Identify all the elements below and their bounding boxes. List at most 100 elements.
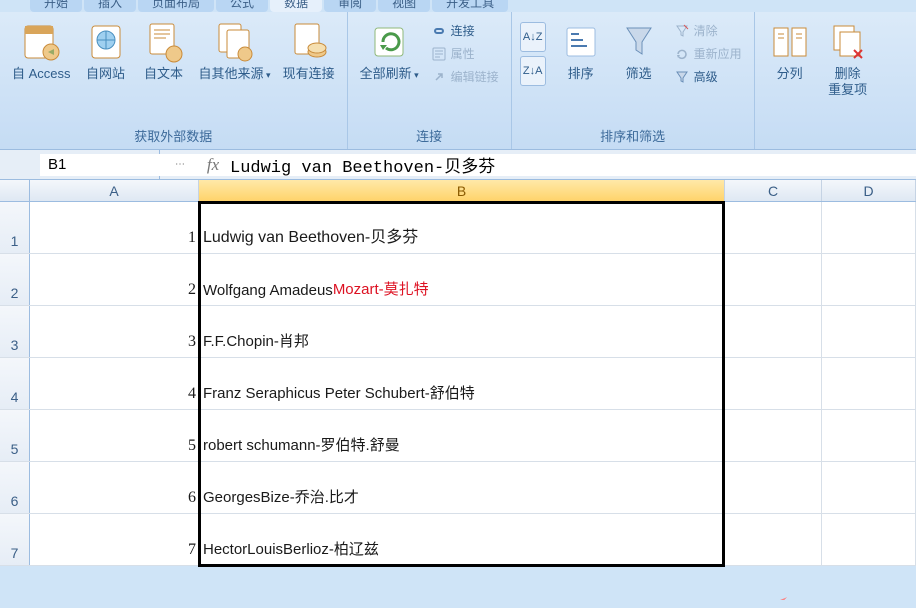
cell-D6[interactable] xyxy=(822,462,916,513)
funnel-icon xyxy=(619,20,659,64)
sort-za-button[interactable]: Z↓A xyxy=(520,56,546,86)
refresh-icon xyxy=(369,20,409,64)
row-4: 44Franz Seraphicus Peter Schubert-舒伯特 xyxy=(0,358,916,410)
row-header-5[interactable]: 5 xyxy=(0,410,30,461)
advanced-filter-button[interactable]: 高级 xyxy=(670,66,746,87)
row-3: 33F.F.Chopin-肖邦 xyxy=(0,306,916,358)
fx-icon[interactable]: fx xyxy=(200,155,226,175)
cell-C7[interactable] xyxy=(725,514,822,565)
link-icon xyxy=(431,23,447,39)
group-connections: 全部刷新 ▾ 连接 属性 编辑链接 连接 xyxy=(348,12,512,149)
sort-az-button[interactable]: A↓Z xyxy=(520,22,546,52)
tab-insert[interactable]: 插入 xyxy=(84,0,136,12)
cell-A1[interactable]: 1 xyxy=(30,202,199,253)
group-label-sort: 排序和筛选 xyxy=(520,122,746,147)
spreadsheet-grid[interactable]: 11Ludwig van Beethoven-贝多芬22Wolfgang Ama… xyxy=(0,202,916,566)
cell-B6[interactable]: GeorgesBize-乔治.比才 xyxy=(199,462,725,513)
row-7: 77HectorLouisBerlioz-柏辽兹 xyxy=(0,514,916,566)
formula-bar: ▼ ⋯ fx xyxy=(0,150,916,180)
ribbon: 自 Access 自网站 自文本 自其他来源 ▾ 现有连接 获取外部数据 xyxy=(0,12,916,150)
cell-A6[interactable]: 6 xyxy=(30,462,199,513)
tab-home[interactable]: 开始 xyxy=(30,0,82,12)
access-icon xyxy=(21,20,61,64)
text-to-columns-button[interactable]: 分列 xyxy=(763,16,817,84)
clear-filter-button[interactable]: 清除 xyxy=(670,20,746,41)
text-icon xyxy=(144,20,184,64)
col-header-D[interactable]: D xyxy=(822,180,916,201)
tab-formulas[interactable]: 公式 xyxy=(216,0,268,12)
group-get-external-data: 自 Access 自网站 自文本 自其他来源 ▾ 现有连接 获取外部数据 xyxy=(0,12,348,149)
cell-A4[interactable]: 4 xyxy=(30,358,199,409)
from-web-button[interactable]: 自网站 xyxy=(79,16,133,84)
reapply-button[interactable]: 重新应用 xyxy=(670,43,746,64)
cell-C5[interactable] xyxy=(725,410,822,461)
from-text-button[interactable]: 自文本 xyxy=(137,16,191,84)
row-header-6[interactable]: 6 xyxy=(0,462,30,513)
row-header-3[interactable]: 3 xyxy=(0,306,30,357)
clear-icon xyxy=(674,23,690,39)
row-header-7[interactable]: 7 xyxy=(0,514,30,565)
cell-B1[interactable]: Ludwig van Beethoven-贝多芬 xyxy=(199,202,725,253)
cell-C1[interactable] xyxy=(725,202,822,253)
sort-icon xyxy=(561,20,601,64)
cell-B4[interactable]: Franz Seraphicus Peter Schubert-舒伯特 xyxy=(199,358,725,409)
cell-D5[interactable] xyxy=(822,410,916,461)
cell-A5[interactable]: 5 xyxy=(30,410,199,461)
group-sort-filter: A↓Z Z↓A 排序 筛选 清除 重新应用 高级 排序和筛选 xyxy=(512,12,755,149)
cell-C2[interactable] xyxy=(725,254,822,305)
tab-review[interactable]: 审阅 xyxy=(324,0,376,12)
connections-button[interactable]: 连接 xyxy=(427,20,503,41)
cell-D1[interactable] xyxy=(822,202,916,253)
cell-B5[interactable]: robert schumann-罗伯特.舒曼 xyxy=(199,410,725,461)
cell-A2[interactable]: 2 xyxy=(30,254,199,305)
other-sources-icon xyxy=(215,20,255,64)
sort-button[interactable]: 排序 xyxy=(554,16,608,84)
remove-duplicates-icon xyxy=(828,20,868,64)
cell-A3[interactable]: 3 xyxy=(30,306,199,357)
col-header-A[interactable]: A xyxy=(30,180,199,201)
cell-B3[interactable]: F.F.Chopin-肖邦 xyxy=(199,306,725,357)
name-box[interactable]: ▼ xyxy=(0,150,160,179)
column-headers: A B C D xyxy=(0,180,916,202)
cell-C3[interactable] xyxy=(725,306,822,357)
properties-button[interactable]: 属性 xyxy=(427,43,503,64)
group-label-external: 获取外部数据 xyxy=(8,122,339,147)
row-header-4[interactable]: 4 xyxy=(0,358,30,409)
cell-D7[interactable] xyxy=(822,514,916,565)
tab-layout[interactable]: 页面布局 xyxy=(138,0,214,12)
row-5: 55robert schumann-罗伯特.舒曼 xyxy=(0,410,916,462)
properties-icon xyxy=(431,46,447,62)
cell-B7[interactable]: HectorLouisBerlioz-柏辽兹 xyxy=(199,514,725,565)
cell-B2[interactable]: Wolfgang Amadeus Mozart-莫扎特 xyxy=(199,254,725,305)
refresh-all-button[interactable]: 全部刷新 ▾ xyxy=(356,16,423,85)
tab-view[interactable]: 视图 xyxy=(378,0,430,12)
filter-button[interactable]: 筛选 xyxy=(612,16,666,84)
col-header-C[interactable]: C xyxy=(725,180,822,201)
edit-links-icon xyxy=(431,69,447,85)
cell-D2[interactable] xyxy=(822,254,916,305)
from-access-button[interactable]: 自 Access xyxy=(8,16,75,84)
formula-input[interactable] xyxy=(226,154,916,176)
tab-dev[interactable]: 开发工具 xyxy=(432,0,508,12)
group-data-tools: 分列 删除 重复项 xyxy=(755,12,883,149)
formula-expand-button[interactable]: ⋯ xyxy=(160,159,200,170)
chevron-down-icon: ▾ xyxy=(412,70,419,80)
from-other-button[interactable]: 自其他来源 ▾ xyxy=(195,16,275,85)
existing-connections-button[interactable]: 现有连接 xyxy=(279,16,339,84)
col-header-B[interactable]: B xyxy=(199,180,725,201)
group-label-connections: 连接 xyxy=(356,122,503,147)
cell-D3[interactable] xyxy=(822,306,916,357)
row-header-2[interactable]: 2 xyxy=(0,254,30,305)
tab-data[interactable]: 数据 xyxy=(270,0,322,12)
row-6: 66GeorgesBize-乔治.比才 xyxy=(0,462,916,514)
text-to-columns-icon xyxy=(770,20,810,64)
select-all-corner[interactable] xyxy=(0,180,30,201)
row-header-1[interactable]: 1 xyxy=(0,202,30,253)
cell-A7[interactable]: 7 xyxy=(30,514,199,565)
edit-links-button[interactable]: 编辑链接 xyxy=(427,66,503,87)
cell-C6[interactable] xyxy=(725,462,822,513)
existing-connections-icon xyxy=(289,20,329,64)
remove-duplicates-button[interactable]: 删除 重复项 xyxy=(821,16,875,100)
cell-D4[interactable] xyxy=(822,358,916,409)
cell-C4[interactable] xyxy=(725,358,822,409)
